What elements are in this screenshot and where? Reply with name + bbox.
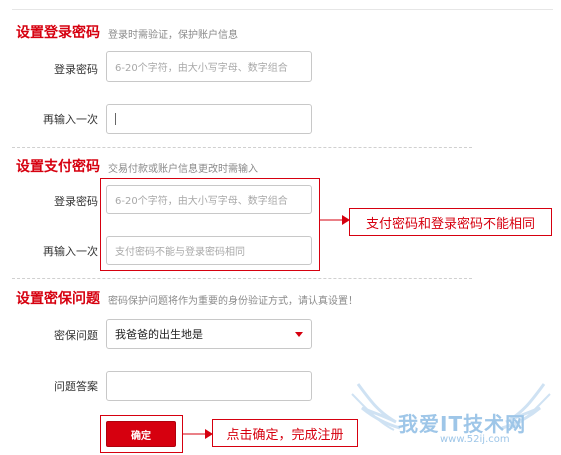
login-password-placeholder: 6-20个字符，由大小写字母、数字组合 (115, 63, 288, 74)
question-label: 密保问题 (54, 329, 98, 342)
pay-callout-arrow-icon (320, 215, 350, 225)
watermark-url: www.52ij.com (440, 434, 510, 445)
question-select[interactable]: 我爸爸的出生地是 (106, 319, 312, 349)
login-confirm-input[interactable] (106, 104, 312, 134)
login-password-label: 登录密码 (54, 63, 98, 76)
submit-callout: 点击确定，完成注册 (212, 419, 358, 447)
pay-password-placeholder: 6-20个字符，由大小写字母、数字组合 (115, 196, 288, 207)
pay-password-input[interactable]: 6-20个字符，由大小写字母、数字组合 (106, 185, 312, 214)
pay-section-title: 设置支付密码 (16, 159, 100, 175)
answer-label: 问题答案 (54, 380, 98, 393)
pay-confirm-input[interactable]: 支付密码不能与登录密码相同 (106, 236, 312, 265)
section-divider (12, 147, 472, 148)
pay-password-label: 登录密码 (54, 195, 98, 208)
login-section-desc: 登录时需验证，保护账户信息 (108, 30, 238, 41)
text-cursor (115, 113, 116, 125)
login-password-input[interactable]: 6-20个字符，由大小写字母、数字组合 (106, 51, 312, 82)
login-section-title: 设置登录密码 (16, 25, 100, 41)
dropdown-caret-icon (295, 331, 303, 337)
login-confirm-label: 再输入一次 (43, 113, 98, 126)
submit-button[interactable]: 确定 (106, 421, 176, 447)
security-section-title: 设置密保问题 (16, 291, 100, 307)
watermark-text: 我爱IT技术网 (398, 412, 527, 436)
top-divider (12, 9, 553, 10)
section-divider (12, 278, 472, 279)
pay-confirm-placeholder: 支付密码不能与登录密码相同 (115, 247, 245, 258)
pay-confirm-label: 再输入一次 (43, 245, 98, 258)
question-selected-value: 我爸爸的出生地是 (115, 328, 203, 341)
submit-callout-arrow-icon (183, 429, 213, 439)
security-section-desc: 密码保护问题将作为重要的身份验证方式，请认真设置！ (108, 296, 358, 307)
pay-section-desc: 交易付款或账户信息更改时需输入 (108, 164, 258, 175)
answer-input[interactable] (106, 371, 312, 401)
pay-password-callout: 支付密码和登录密码不能相同 (349, 208, 552, 236)
